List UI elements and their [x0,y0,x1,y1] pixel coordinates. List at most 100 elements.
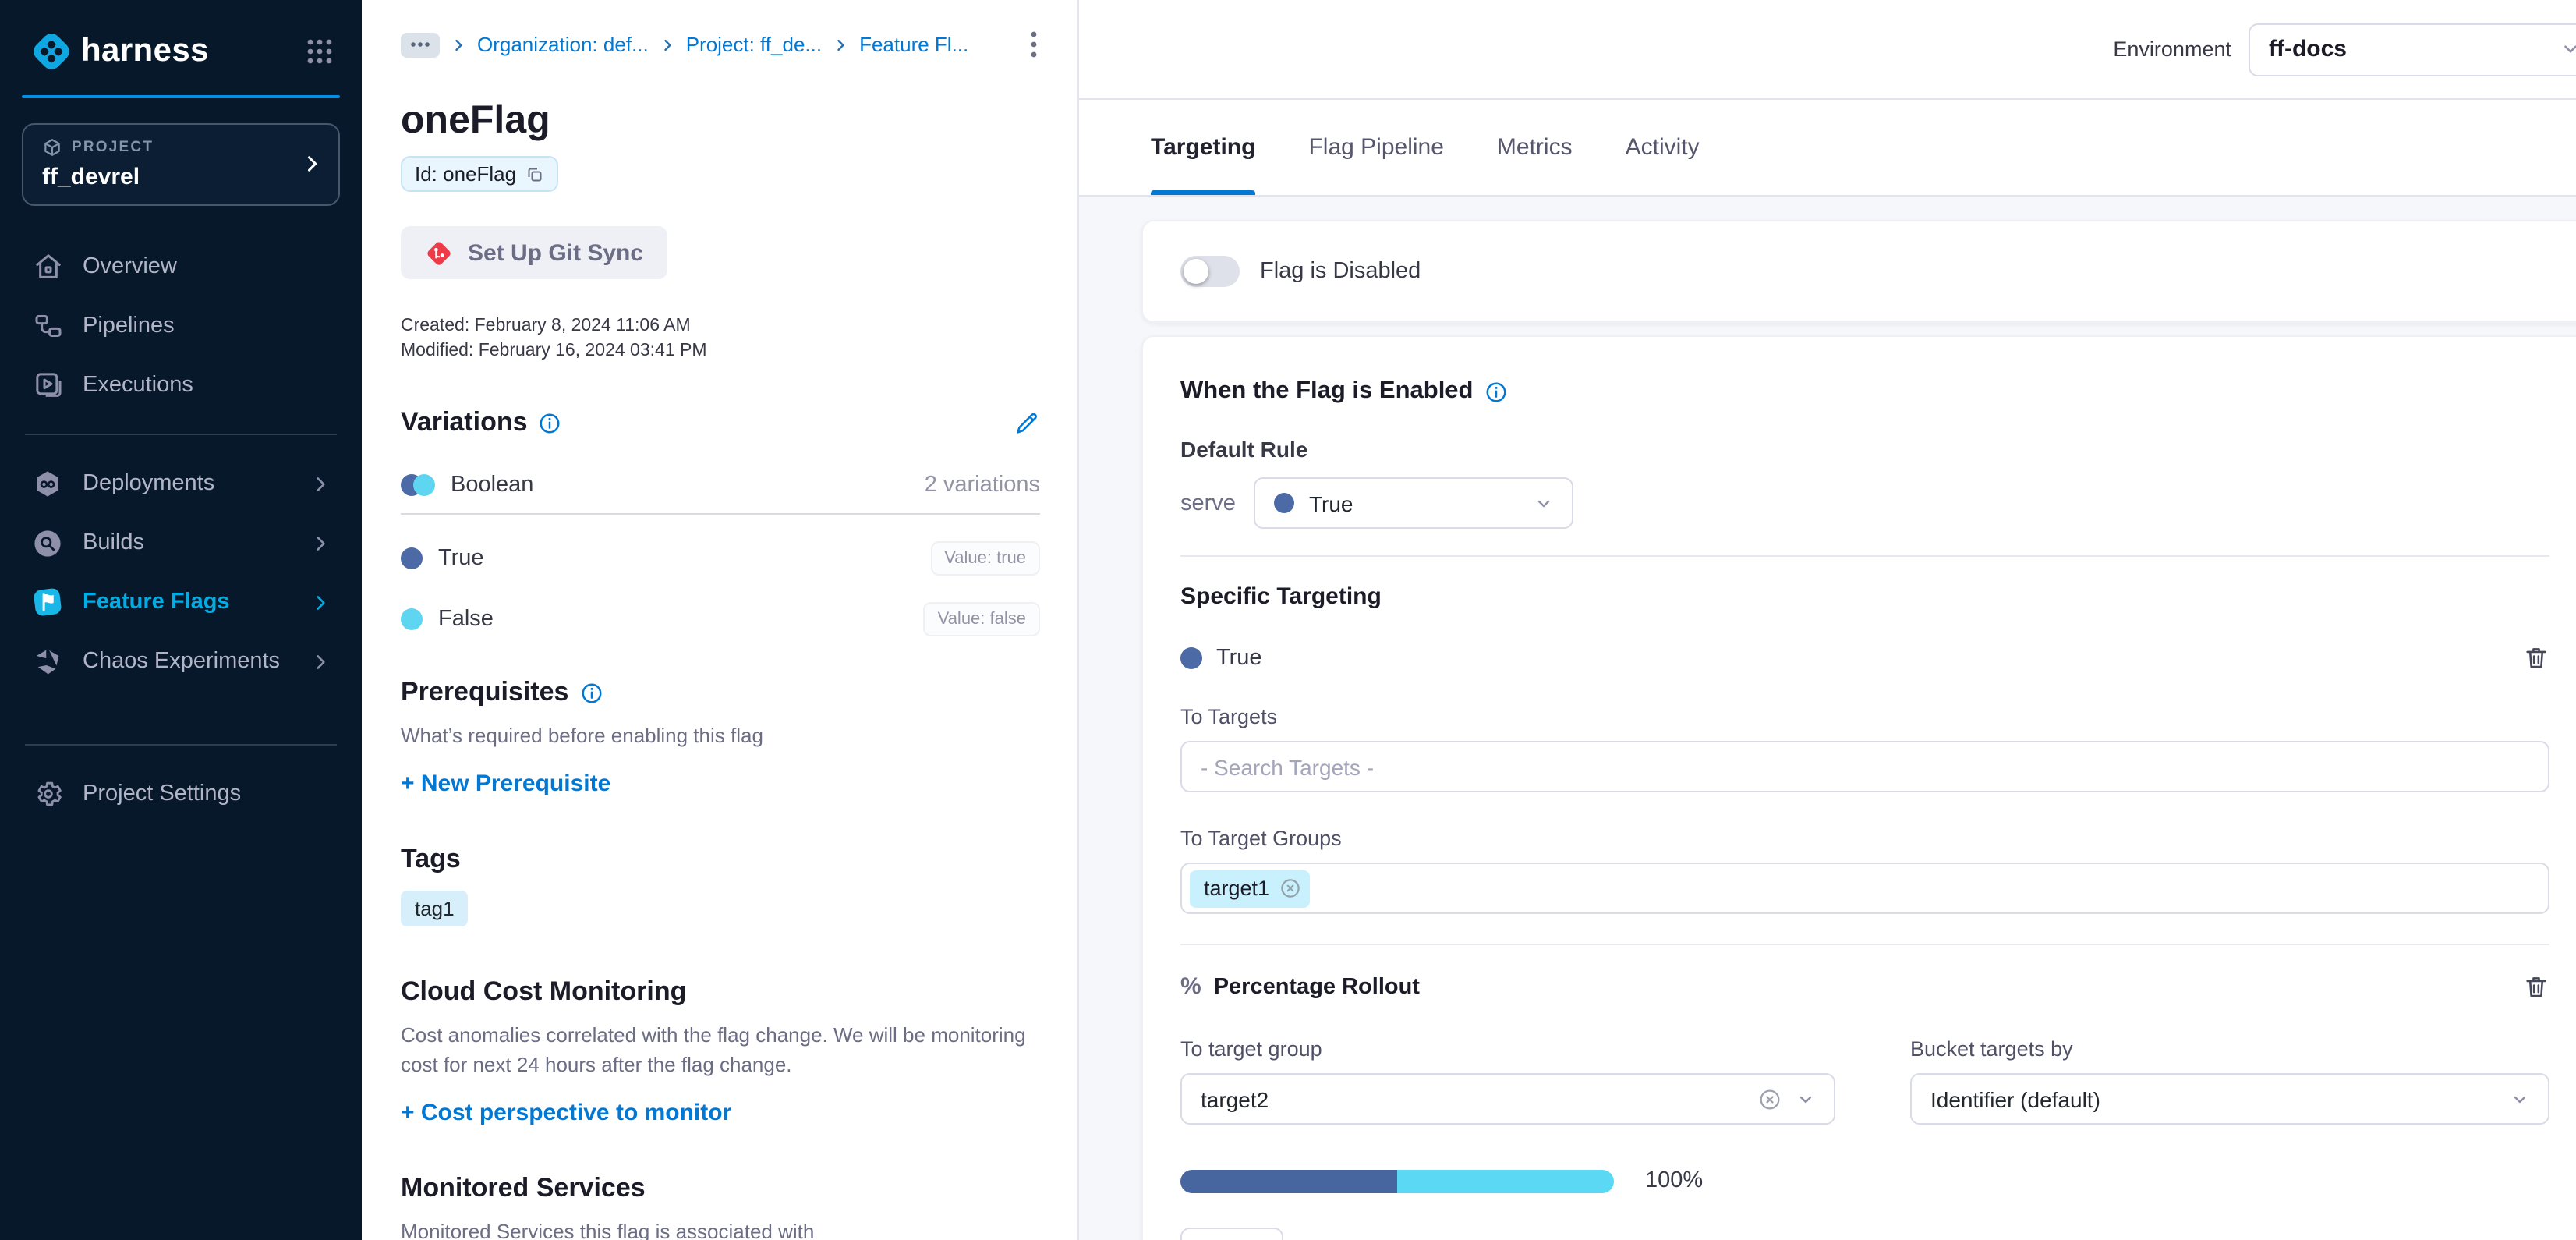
tags-heading: Tags [401,844,461,875]
sidebar-item-feature-flags[interactable]: Feature Flags [22,572,340,632]
breadcrumb-organization[interactable]: Organization: def... [477,33,649,56]
environment-header: Environment ff-docs [1079,0,2576,100]
pipelines-icon [31,310,64,342]
clear-selection-icon[interactable] [1757,1086,1782,1111]
specific-targeting-heading: Specific Targeting [1180,583,2574,610]
chaos-experiments-icon [31,645,64,678]
breadcrumb: Organization: def... Project: ff_de... F… [401,28,1040,61]
enabled-heading: When the Flag is Enabled [1180,377,2574,406]
chevron-right-icon [451,37,466,52]
tab-targeting[interactable]: Targeting [1151,100,1255,195]
brand-name: harness [81,33,209,70]
rollout-weight-row: % True [1180,1228,2574,1240]
cost-perspective-link[interactable]: + Cost perspective to monitor [401,1100,1040,1126]
variation-true-dot [401,547,423,569]
tab-activity[interactable]: Activity [1626,100,1700,195]
brand-row: harness [22,28,340,75]
chevron-right-icon [310,651,331,671]
search-targets-input[interactable] [1180,741,2549,792]
rollout-group-value: target2 [1201,1086,1269,1111]
copy-icon[interactable] [525,165,544,183]
variation-type-row: Boolean 2 variations [401,473,1040,498]
variation-type-label: Boolean [451,473,533,498]
tag-chip: tag1 [401,891,469,926]
sidebar-item-pipelines[interactable]: Pipelines [22,296,340,356]
divider [401,513,1040,515]
project-selector[interactable]: PROJECT ff_devrel [22,123,340,206]
builds-icon [31,526,64,559]
sidebar-item-label: Project Settings [83,781,241,806]
chevron-right-icon [310,473,331,494]
variation-value-badge: Value: true [930,541,1040,576]
app-window: harness PROJECT [0,0,2576,1240]
prerequisites-heading: Prerequisites [401,677,603,708]
environment-select[interactable]: ff-docs [2249,23,2576,76]
app-grid-icon[interactable] [306,37,334,66]
breadcrumb-ellipsis-button[interactable] [401,32,440,57]
sidebar-nav: Overview Pipelines Executions [22,237,340,824]
kebab-menu-icon[interactable] [1028,28,1040,61]
sidebar-item-deployments[interactable]: Deployments [22,454,340,513]
rollout-progress-row: 100% [1180,1168,2574,1193]
sidebar-item-builds[interactable]: Builds [22,513,340,572]
delete-rule-icon[interactable] [2523,644,2549,671]
default-rule-label: Default Rule [1180,437,2574,462]
cloud-cost-description: Cost anomalies correlated with the flag … [401,1020,1031,1079]
rollout-progress-bar [1180,1169,1614,1192]
executions-icon [31,369,64,402]
bucket-by-value: Identifier (default) [1930,1086,2100,1111]
harness-logo-icon [28,28,75,75]
git-icon [424,238,454,267]
progress-true-segment [1180,1169,1397,1192]
set-up-git-sync-button[interactable]: Set Up Git Sync [401,226,667,279]
remove-chip-icon[interactable] [1279,877,1302,900]
variation-true-dot [1180,647,1202,668]
bucket-by-select[interactable]: Identifier (default) [1910,1073,2549,1125]
sidebar-item-label: Overview [83,254,177,279]
chevron-right-icon [833,37,848,52]
sidebar-item-overview[interactable]: Overview [22,237,340,296]
target-groups-input[interactable]: target1 [1180,863,2549,914]
monitored-services-heading: Monitored Services [401,1173,646,1204]
sidebar-item-project-settings[interactable]: Project Settings [22,764,340,824]
variations-heading: Variations [401,407,562,438]
gear-icon [31,778,64,810]
breadcrumb-feature-flags[interactable]: Feature Fl... [859,33,968,56]
targeting-rules-card: When the Flag is Enabled Default Rule se… [1141,335,2576,1240]
modified-date: Modified: February 16, 2024 03:41 PM [401,338,1040,363]
info-icon[interactable] [539,411,562,434]
sidebar-item-label: Deployments [83,471,214,496]
sidebar-item-label: Feature Flags [83,590,230,615]
new-prerequisite-link[interactable]: + New Prerequisite [401,771,1040,797]
variation-false-dot [401,608,423,630]
bucket-targets-label: Bucket targets by [1910,1037,2549,1061]
sidebar-item-label: Chaos Experiments [83,649,280,674]
variation-name: False [438,607,494,632]
variation-row-false: False Value: false [401,602,1040,636]
chevron-down-icon [2511,1089,2529,1108]
delete-rollout-icon[interactable] [2523,973,2549,1000]
tab-metrics[interactable]: Metrics [1497,100,1573,195]
cube-icon [42,137,62,158]
percent-icon: % [1180,973,1201,1000]
targeting-panel: Environment ff-docs Targeting Flag Pipel… [1079,0,2576,1240]
variation-true-dot [1275,493,1295,513]
targeting-content: Flag is Disabled When the Flag is Enable… [1079,197,2576,1240]
serve-variation-select[interactable]: True [1254,477,1574,529]
flag-state-card: Flag is Disabled [1141,220,2576,323]
breadcrumb-project[interactable]: Project: ff_de... [686,33,822,56]
info-icon[interactable] [1484,380,1508,403]
sidebar-item-executions[interactable]: Executions [22,356,340,415]
edit-variations-icon[interactable] [1014,409,1040,436]
flag-id-chip[interactable]: Id: oneFlag [401,156,558,192]
sidebar-item-chaos-experiments[interactable]: Chaos Experiments [22,632,340,691]
info-icon[interactable] [579,681,603,704]
git-sync-label: Set Up Git Sync [468,239,643,266]
rollout-group-select[interactable]: target2 [1180,1073,1835,1125]
project-name: ff_devrel [42,164,301,190]
weight-input[interactable] [1180,1228,1283,1240]
divider [1180,944,2549,945]
tab-flag-pipeline[interactable]: Flag Pipeline [1308,100,1443,195]
to-target-groups-label: To Target Groups [1180,827,2574,850]
flag-enabled-toggle[interactable] [1180,256,1240,287]
